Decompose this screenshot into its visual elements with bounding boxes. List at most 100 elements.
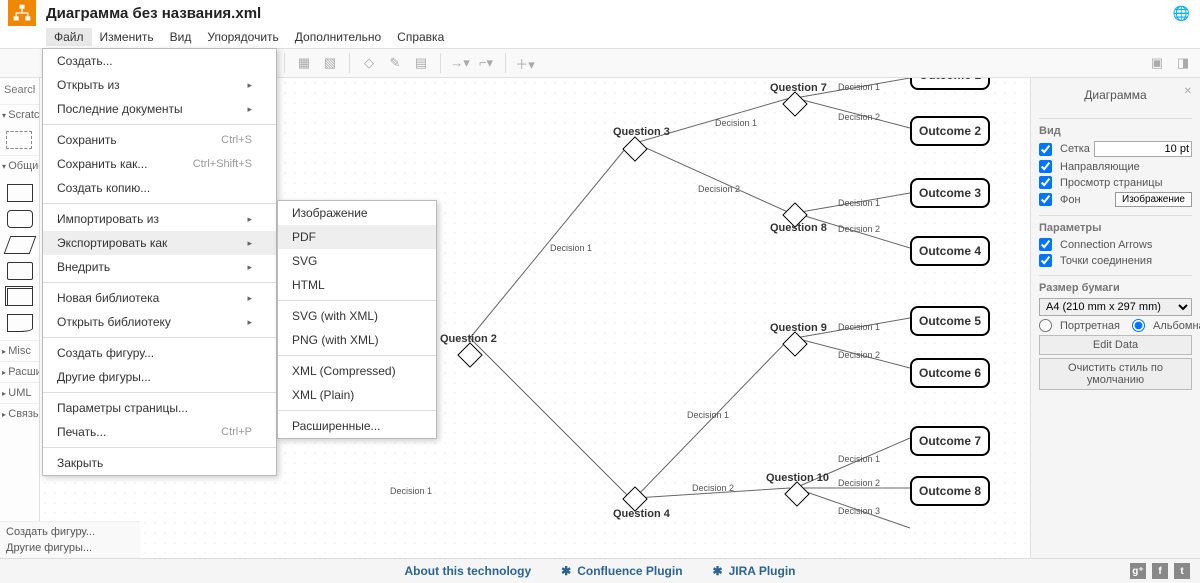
q3-node[interactable]	[622, 136, 647, 161]
q10-node[interactable]	[784, 481, 809, 506]
insert-icon[interactable]: ＋▾	[514, 52, 536, 74]
file-menu-item[interactable]: Другие фигуры...	[43, 365, 276, 389]
googleplus-icon[interactable]: g⁺	[1130, 563, 1146, 579]
close-panel-icon[interactable]: ✕	[1184, 86, 1192, 97]
edit-data-button[interactable]: Edit Data	[1039, 335, 1192, 355]
outcome-1[interactable]: Outcome 1	[910, 78, 990, 90]
waypoints-icon[interactable]: ⌐▾	[475, 52, 497, 74]
bg-checkbox[interactable]	[1039, 193, 1052, 206]
outcome-2[interactable]: Outcome 2	[910, 116, 990, 146]
menubar: Файл Изменить Вид Упорядочить Дополнител…	[0, 26, 1200, 48]
sidebar-er[interactable]: Связь между объектами	[0, 403, 39, 424]
search-input[interactable]	[4, 84, 35, 96]
format-panel-icon[interactable]: ◨	[1172, 52, 1194, 74]
outcome-6[interactable]: Outcome 6	[910, 358, 990, 388]
file-menu-item[interactable]: Импортировать из	[43, 207, 276, 231]
shape-stack[interactable]	[7, 288, 33, 306]
confluence-link[interactable]: ✱Confluence Plugin	[561, 564, 682, 578]
menu-arrange[interactable]: Упорядочить	[199, 28, 286, 46]
landscape-radio[interactable]	[1132, 319, 1145, 332]
sidebar-uml[interactable]: UML	[0, 382, 39, 403]
d-label: Decision 1	[687, 410, 729, 420]
q7-node[interactable]	[782, 91, 807, 116]
outcome-3[interactable]: Outcome 3	[910, 178, 990, 208]
grid-checkbox[interactable]	[1039, 143, 1052, 156]
more-shapes-link[interactable]: Другие фигуры...	[6, 540, 134, 556]
line-color-icon[interactable]: ✎	[384, 52, 406, 74]
shape-rounded[interactable]	[7, 210, 33, 228]
paper-size-select[interactable]: A4 (210 mm x 297 mm)	[1039, 298, 1192, 316]
export-menu-item[interactable]: SVG	[278, 249, 436, 273]
file-menu-item[interactable]: Последние документы	[43, 97, 276, 121]
sidebar-general[interactable]: Общие	[0, 155, 39, 176]
export-menu-item[interactable]: Расширенные...	[278, 414, 436, 438]
conn-points-checkbox[interactable]	[1039, 254, 1052, 267]
export-menu-item[interactable]: PNG (with XML)	[278, 328, 436, 352]
file-menu-item[interactable]: Закрыть	[43, 451, 276, 475]
q7-label: Question 7	[770, 82, 827, 94]
d-label: Decision 1	[838, 454, 880, 464]
shadow-icon[interactable]: ▤	[410, 52, 432, 74]
to-front-icon[interactable]: ▦	[293, 52, 315, 74]
bg-label: Фон	[1060, 194, 1081, 206]
file-menu-item[interactable]: Новая библиотека	[43, 286, 276, 310]
file-menu-item[interactable]: СохранитьCtrl+S	[43, 128, 276, 152]
file-menu-item[interactable]: Параметры страницы...	[43, 396, 276, 420]
export-menu-item[interactable]: Изображение	[278, 201, 436, 225]
menu-extras[interactable]: Дополнительно	[287, 28, 389, 46]
shape-doc[interactable]	[7, 314, 33, 332]
bg-image-button[interactable]: Изображение	[1115, 192, 1192, 207]
conn-arrows-label: Connection Arrows	[1060, 239, 1152, 251]
outcome-4[interactable]: Outcome 4	[910, 236, 990, 266]
twitter-icon[interactable]: t	[1174, 563, 1190, 579]
sidebar-scratchpad[interactable]: Scratch	[0, 104, 39, 125]
sidebar-misc[interactable]: Misc	[0, 340, 39, 361]
about-link[interactable]: About this technology	[404, 564, 531, 578]
d-label: Decision 2	[838, 478, 880, 488]
shape-parallelogram[interactable]	[3, 236, 36, 254]
menu-help[interactable]: Справка	[389, 28, 452, 46]
facebook-icon[interactable]: f	[1152, 563, 1168, 579]
file-menu-item[interactable]: Открыть из	[43, 73, 276, 97]
menu-edit[interactable]: Изменить	[92, 28, 162, 46]
sidebar-advanced[interactable]: Расширенные	[0, 361, 39, 382]
file-menu-item[interactable]: Печать...Ctrl+P	[43, 420, 276, 444]
guides-checkbox[interactable]	[1039, 160, 1052, 173]
export-menu-item[interactable]: XML (Plain)	[278, 383, 436, 407]
to-back-icon[interactable]: ▧	[319, 52, 341, 74]
file-menu-item[interactable]: Внедрить	[43, 255, 276, 279]
q2-node[interactable]	[457, 342, 482, 367]
clear-style-button[interactable]: Очистить стиль по умолчанию	[1039, 358, 1192, 390]
file-menu-item[interactable]: Создать...	[43, 49, 276, 73]
menu-view[interactable]: Вид	[162, 28, 200, 46]
export-menu-item[interactable]: XML (Compressed)	[278, 359, 436, 383]
export-menu-item[interactable]: SVG (with XML)	[278, 304, 436, 328]
export-menu-item[interactable]: PDF	[278, 225, 436, 249]
file-menu-item[interactable]: Создать копию...	[43, 176, 276, 200]
connection-icon[interactable]: →▾	[449, 52, 471, 74]
fullscreen-icon[interactable]: ▣	[1146, 52, 1168, 74]
language-icon[interactable]: 🌐	[1173, 5, 1190, 22]
export-menu-item[interactable]: HTML	[278, 273, 436, 297]
file-menu-item[interactable]: Открыть библиотеку	[43, 310, 276, 334]
file-menu-item[interactable]: Создать фигуру...	[43, 341, 276, 365]
jira-link[interactable]: ✱JIRA Plugin	[713, 564, 796, 578]
fill-color-icon[interactable]: ◇	[358, 52, 380, 74]
pageview-checkbox[interactable]	[1039, 176, 1052, 189]
file-menu-item[interactable]: Экспортировать как	[43, 231, 276, 255]
portrait-radio[interactable]	[1039, 319, 1052, 332]
guides-label: Направляющие	[1060, 161, 1140, 173]
shape-rect2[interactable]	[7, 262, 33, 280]
outcome-8[interactable]: Outcome 8	[910, 476, 990, 506]
menu-file[interactable]: Файл	[46, 28, 92, 46]
file-menu-item[interactable]: Сохранить как...Ctrl+Shift+S	[43, 152, 276, 176]
create-shape-link[interactable]: Создать фигуру...	[6, 524, 134, 540]
outcome-7[interactable]: Outcome 7	[910, 426, 990, 456]
q9-node[interactable]	[782, 331, 807, 356]
pageview-label: Просмотр страницы	[1060, 177, 1163, 189]
grid-size-input[interactable]	[1094, 141, 1192, 157]
conn-arrows-checkbox[interactable]	[1039, 238, 1052, 251]
shape-rect[interactable]	[7, 184, 33, 202]
scratch-shape[interactable]	[6, 131, 32, 149]
outcome-5[interactable]: Outcome 5	[910, 306, 990, 336]
